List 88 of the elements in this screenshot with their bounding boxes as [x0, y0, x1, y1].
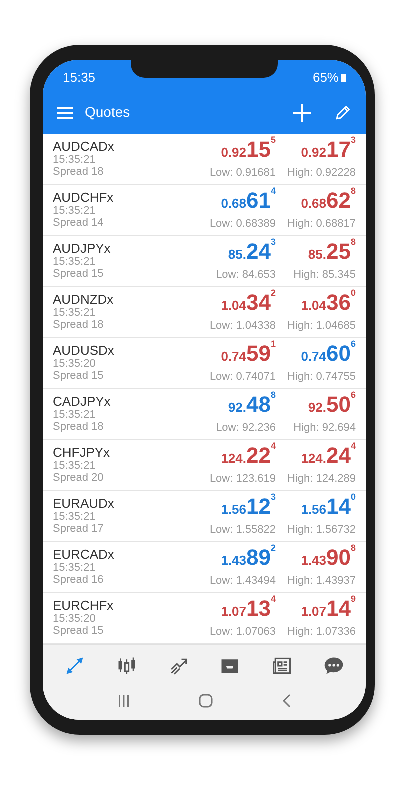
quote-time: 15:35:20	[53, 612, 97, 624]
quote-row[interactable]: AUDUSDx 15:35:20 Spread 15 0.7459$^{1}$ Low: 0.74071 0.7460$^{6}$ High: 0.74755	[43, 338, 366, 388]
low-price: Low: 92.236	[216, 420, 276, 436]
high-price: High: 1.07336	[288, 624, 356, 640]
low-price: Low: 0.68389	[210, 216, 276, 232]
spread-label: Spread 16	[53, 574, 105, 586]
home-icon[interactable]	[198, 694, 212, 708]
menu-icon[interactable]	[57, 106, 73, 119]
bid-price: 1.0434$^{2}$	[221, 292, 276, 314]
high-price: High: 85.345	[294, 268, 356, 282]
quote-time: 15:35:21	[53, 460, 97, 472]
quote-time: 15:35:21	[53, 510, 97, 522]
bid-price: 1.4389$^{2}$	[221, 546, 276, 568]
quote-row[interactable]: CADJPYx 15:35:21 Spread 18 92.48$^{8}$ Low: 92.236 92.50$^{6}$ High: 92.694	[43, 388, 366, 440]
high-price: High: 0.92228	[288, 166, 356, 180]
spread-label: Spread 15	[53, 624, 105, 636]
high-price: High: 0.68817	[288, 216, 356, 232]
spread-label: Spread 15	[53, 370, 105, 382]
low-price: Low: 1.43494	[210, 574, 276, 588]
back-icon[interactable]	[282, 694, 292, 708]
spread-label: Spread 18	[53, 166, 105, 178]
symbol-name: AUDCHFx	[53, 190, 114, 204]
quote-row[interactable]: AUDJPYx 15:35:21 Spread 15 85.24$^{3}$ Low: 84.653 85.25$^{8}$ High: 85.345	[43, 236, 366, 286]
ask-price: 1.0436$^{0}$	[301, 292, 356, 314]
bid-price: 124.22$^{4}$	[221, 444, 276, 466]
add-icon[interactable]	[293, 104, 311, 122]
low-price: Low: 0.91681	[210, 166, 276, 180]
bid-price: 0.9215$^{5}$	[221, 138, 276, 160]
high-price: High: 0.74755	[288, 370, 356, 384]
low-price: Low: 1.04338	[210, 318, 276, 334]
symbol-name: EURCADx	[53, 546, 114, 562]
ask-price: 92.50$^{6}$	[308, 394, 356, 416]
pencil-icon[interactable]	[335, 104, 352, 122]
quote-row[interactable]: EURCADx 15:35:21 Spread 16 1.4389$^{2}$ Low: 1.43494 1.4390$^{8}$ High: 1.43937	[43, 542, 366, 592]
symbol-name: AUDUSDx	[53, 342, 114, 358]
ask-price: 0.9217$^{3}$	[301, 138, 356, 160]
symbol-name: EURCHFx	[53, 598, 114, 612]
low-price: Low: 0.74071	[210, 370, 276, 384]
symbol-name: AUDJPYx	[53, 240, 111, 256]
low-price: Low: 1.07063	[210, 624, 276, 640]
quote-row[interactable]: CHFJPYx 15:35:21 Spread 20 124.22$^{4}$ Low: 123.619 124.24$^{4}$ High: 124.289	[43, 440, 366, 490]
bid-price: 0.7459$^{1}$	[221, 342, 276, 364]
quote-row[interactable]: AUDCADx 15:35:21 Spread 18 0.9215$^{5}$ Low: 0.91681 0.9217$^{3}$ High: 0.92228	[43, 134, 366, 184]
ask-price: 0.6862$^{8}$	[301, 190, 356, 212]
high-price: High: 1.43937	[288, 574, 356, 588]
spread-label: Spread 18	[53, 318, 105, 330]
quote-time: 15:35:21	[53, 256, 97, 268]
high-price: High: 1.56732	[288, 522, 356, 538]
battery-level: 65%	[312, 68, 346, 88]
high-price: High: 1.04685	[288, 318, 356, 334]
toolbar-title: Quotes	[85, 103, 130, 122]
quote-time: 15:35:21	[53, 204, 97, 216]
bid-price: 92.48$^{8}$	[228, 394, 276, 416]
bid-price: 1.5612$^{3}$	[221, 496, 276, 518]
symbol-name: AUDNZDx	[53, 292, 114, 306]
spread-label: Spread 17	[53, 522, 105, 534]
quote-time: 15:35:21	[53, 154, 97, 166]
recent-apps-icon[interactable]	[118, 695, 130, 708]
quote-time: 15:35:21	[53, 306, 97, 318]
ask-price: 0.7460$^{6}$	[301, 342, 356, 364]
high-price: High: 92.694	[294, 420, 356, 436]
symbol-name: CHFJPYx	[53, 444, 110, 460]
low-price: Low: 1.55822	[210, 522, 276, 538]
bid-price: 0.6861$^{4}$	[221, 190, 276, 212]
spread-label: Spread 15	[53, 268, 105, 280]
quote-row[interactable]: EURAUDx 15:35:21 Spread 17 1.5612$^{3}$ Low: 1.55822 1.5614$^{0}$ High: 1.56732	[43, 490, 366, 542]
ask-price: 85.25$^{8}$	[308, 240, 356, 262]
symbol-name: CADJPYx	[53, 394, 111, 408]
ask-price: 1.5614$^{0}$	[301, 496, 356, 518]
symbol-name: AUDCADx	[53, 138, 114, 154]
spread-label: Spread 18	[53, 420, 105, 432]
spread-label: Spread 14	[53, 216, 105, 228]
bid-price: 85.24$^{3}$	[228, 240, 276, 262]
quote-row[interactable]: AUDCHFx 15:35:21 Spread 14 0.6861$^{4}$ Low: 0.68389 0.6862$^{8}$ High: 0.68817	[43, 184, 366, 236]
ask-price: 1.4390$^{8}$	[301, 546, 356, 568]
quote-time: 15:35:20	[53, 358, 97, 370]
quote-time: 15:35:21	[53, 408, 97, 420]
low-price: Low: 123.619	[210, 472, 276, 486]
quote-row[interactable]: AUDNZDx 15:35:21 Spread 18 1.0434$^{2}$ Low: 1.04338 1.0436$^{0}$ High: 1.04685	[43, 286, 366, 338]
ask-price: 124.24$^{4}$	[301, 444, 356, 466]
status-time: 15:35	[63, 69, 96, 88]
quote-time: 15:35:21	[53, 562, 97, 574]
bid-price: 1.0713$^{4}$	[221, 598, 276, 620]
high-price: High: 124.289	[288, 472, 356, 486]
spread-label: Spread 20	[53, 472, 105, 484]
low-price: Low: 84.653	[216, 268, 276, 282]
ask-price: 1.0714$^{9}$	[301, 598, 356, 620]
symbol-name: EURAUDx	[53, 496, 114, 510]
